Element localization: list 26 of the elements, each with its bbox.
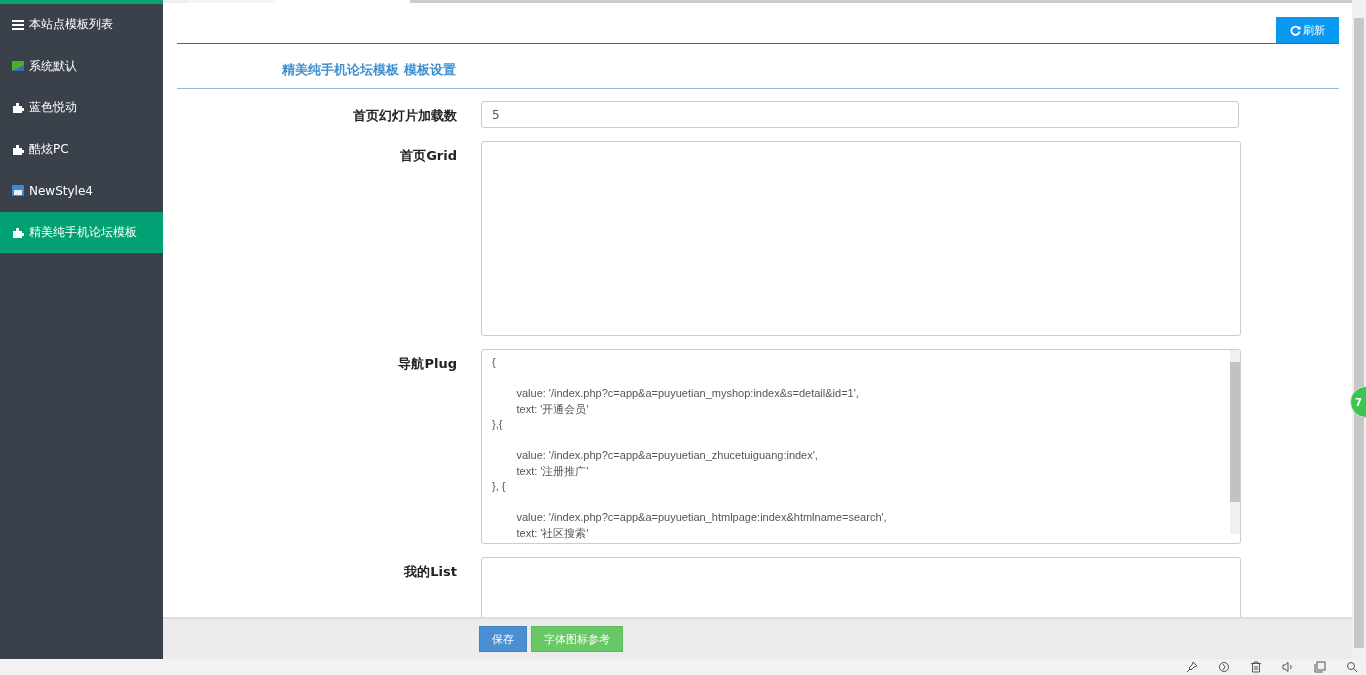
sidebar-item[interactable]: NewStyle4 bbox=[0, 170, 163, 212]
field-label: 首页Grid bbox=[399, 147, 457, 165]
sidebar-item[interactable]: 酷炫PC bbox=[0, 128, 163, 170]
puzzle-icon bbox=[12, 143, 24, 155]
puzzle-icon bbox=[12, 226, 24, 238]
speaker-icon[interactable] bbox=[1282, 661, 1294, 673]
field-label: 首页幻灯片加载数 bbox=[352, 107, 457, 125]
input-field[interactable]: 5 bbox=[481, 101, 1239, 128]
sidebar-item[interactable]: 本站点模板列表 bbox=[0, 4, 163, 46]
trash-icon[interactable] bbox=[1250, 661, 1262, 673]
image-icon bbox=[12, 61, 24, 72]
sidebar-item[interactable]: 系统默认 bbox=[0, 45, 163, 87]
scrollbar[interactable] bbox=[1230, 350, 1240, 534]
page-scrollbar[interactable] bbox=[1352, 0, 1366, 659]
puzzle-icon bbox=[12, 102, 24, 114]
search-icon[interactable] bbox=[1346, 661, 1358, 673]
image-icon bbox=[12, 185, 24, 197]
window-icon[interactable] bbox=[1314, 661, 1326, 673]
pin-icon[interactable] bbox=[1186, 661, 1198, 673]
sidebar-item[interactable]: 蓝色悦动 bbox=[0, 87, 163, 129]
page-title: 精美纯手机论坛模板 模板设置 bbox=[177, 44, 1339, 89]
field-label: 导航Plug bbox=[397, 355, 457, 373]
list-icon bbox=[12, 19, 24, 30]
textarea-field[interactable]: { value: '/index.php?c=app&a=puyuetian_myshop:index&s=detail&id=1', text: '开通会员' },{ value: '/index.php?c=app&a=puyuetian_zhucetuiguang:index', text: '注册推广' }, { value: '/index.php?c=app&a=puyuetian_htmlpage:index&htmlname=search', text: '社区搜索' bbox=[481, 349, 1241, 544]
field-label: 我的List bbox=[403, 563, 457, 581]
textarea-field[interactable] bbox=[481, 141, 1241, 336]
